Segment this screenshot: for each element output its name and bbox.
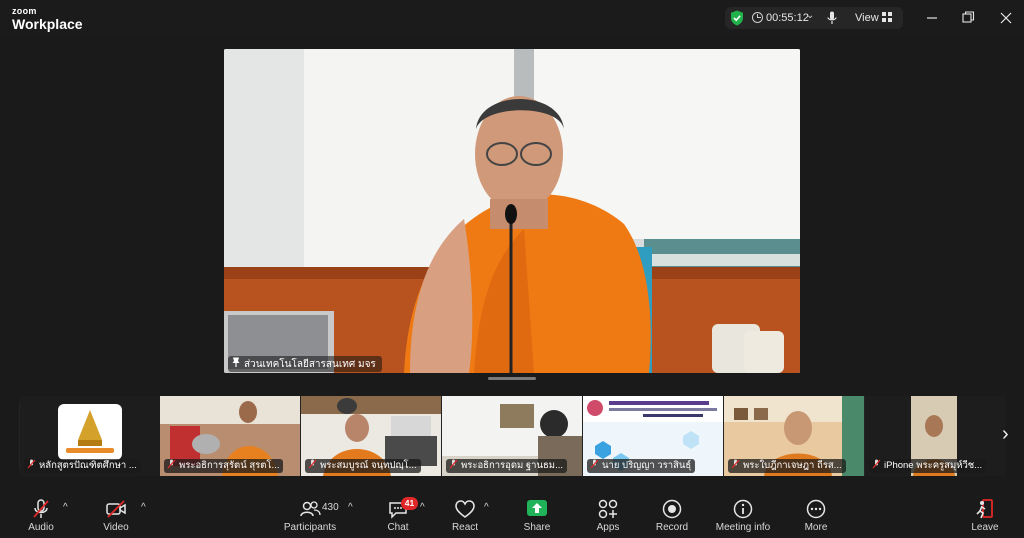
participant-tile[interactable]: พระสมบูรณ์ จนฺทปญฺโ... <box>301 396 441 476</box>
muted-mic-icon <box>872 459 881 469</box>
chevron-down-icon[interactable]: ⌄ <box>806 10 814 21</box>
chevron-up-icon[interactable]: ^ <box>484 502 489 513</box>
muted-mic-icon <box>731 459 740 469</box>
meeting-info-label: Meeting info <box>715 522 771 533</box>
apps-button[interactable]: Apps <box>575 496 641 536</box>
tile-name: นาย ปริญญา วราสินธุ์ <box>602 460 692 471</box>
muted-mic-icon <box>590 459 599 469</box>
chat-unread-badge: 41 <box>401 497 418 510</box>
active-speaker-name: ส่วนเทคโนโลยีสารสนเทศ มจร <box>228 356 382 372</box>
share-screen-icon <box>527 500 547 516</box>
muted-mic-icon <box>449 459 458 469</box>
tile-name-label: พระอธิการอุดม ฐานธม... <box>446 459 567 473</box>
muted-mic-icon <box>308 459 317 469</box>
participant-tile[interactable]: พระอธิการอุดม ฐานธม... <box>442 396 582 476</box>
zoom-logo: zoom Workplace <box>12 6 83 32</box>
shield-icon[interactable] <box>730 10 744 26</box>
apps-icon <box>598 499 618 519</box>
tile-name-label: พระอธิการสุรัตน์ สุรตโ... <box>164 459 284 473</box>
record-icon <box>662 499 682 519</box>
muted-mic-icon <box>33 499 49 518</box>
share-button[interactable]: Share <box>504 496 570 536</box>
participant-tile[interactable]: นาย ปริญญา วราสินธุ์ <box>583 396 723 476</box>
resize-handle[interactable] <box>488 377 536 380</box>
leave-button[interactable]: Leave <box>952 496 1018 536</box>
participant-tile[interactable]: iPhone พระครูสมุห์วีช... <box>865 396 1005 476</box>
participants-label: Participants <box>283 522 337 533</box>
leave-label: Leave <box>971 522 999 533</box>
leave-icon <box>976 499 993 519</box>
pin-icon <box>232 357 240 367</box>
participant-tile[interactable]: หลักสูตรปัณฑิตศึกษา ... <box>20 396 160 476</box>
grid-icon[interactable] <box>882 12 892 22</box>
participant-tile[interactable]: พระใบฎีกาเจษฎา ถีรส... <box>724 396 864 476</box>
close-icon[interactable] <box>996 9 1016 27</box>
brand-zoom: zoom <box>12 6 37 16</box>
muted-mic-icon <box>167 459 176 469</box>
active-speaker-video[interactable] <box>224 49 800 373</box>
record-button[interactable]: Record <box>639 496 705 536</box>
info-icon <box>733 499 753 519</box>
tile-name-label: หลักสูตรปัณฑิตศึกษา ... <box>24 459 141 473</box>
tile-name-label: นาย ปริญญา วราสินธุ์ <box>587 459 696 473</box>
speaker-name-text: ส่วนเทคโนโลยีสารสนเทศ มจร <box>244 359 376 370</box>
minimize-icon[interactable] <box>922 9 942 27</box>
tile-name: พระอธิการสุรัตน์ สุรตโ... <box>179 460 280 471</box>
heart-icon <box>455 500 475 518</box>
participants-count: 430 <box>322 502 339 513</box>
tile-name: พระอธิการอุดม ฐานธม... <box>461 460 563 471</box>
tile-name: หลักสูตรปัณฑิตศึกษา ... <box>39 460 137 471</box>
brand-workplace: Workplace <box>12 16 83 32</box>
clock-icon <box>752 12 763 23</box>
participant-tile[interactable]: พระอธิการสุรัตน์ สุรตโ... <box>160 396 300 476</box>
tile-name-label: พระสมบูรณ์ จนฺทปญฺโ... <box>305 459 421 473</box>
more-label: More <box>804 522 828 533</box>
audio-label: Audio <box>28 522 54 533</box>
meeting-timer[interactable]: 00:55:12 <box>766 12 809 24</box>
tile-name: พระสมบูรณ์ จนฺทปญฺโ... <box>320 460 417 471</box>
chevron-up-icon[interactable]: ^ <box>420 502 425 513</box>
muted-mic-icon <box>27 459 36 469</box>
chevron-up-icon[interactable]: ^ <box>348 502 353 513</box>
tile-name: iPhone พระครูสมุห์วีช... <box>884 460 983 471</box>
react-label: React <box>451 522 479 533</box>
participants-icon <box>300 501 321 517</box>
tile-name-label: iPhone พระครูสมุห์วีช... <box>869 459 987 473</box>
speaker-video-frame <box>224 49 800 373</box>
video-button[interactable]: Video <box>83 496 149 536</box>
chat-label: Chat <box>387 522 409 533</box>
video-label: Video <box>103 522 129 533</box>
tile-name-label: พระใบฎีกาเจษฎา ถีรส... <box>728 459 846 473</box>
more-button[interactable]: More <box>783 496 849 536</box>
video-off-icon <box>106 500 126 518</box>
record-label: Record <box>655 522 689 533</box>
mic-icon[interactable] <box>827 11 837 25</box>
tile-name: พระใบฎีกาเจษฎา ถีรส... <box>743 460 842 471</box>
more-icon <box>806 499 826 519</box>
restore-icon[interactable] <box>958 9 978 27</box>
view-button[interactable]: View <box>855 12 879 24</box>
chevron-up-icon[interactable]: ^ <box>141 502 146 513</box>
chevron-right-icon[interactable]: › <box>1002 424 1009 444</box>
share-label: Share <box>523 522 551 533</box>
meeting-info-button[interactable]: Meeting info <box>710 496 776 536</box>
chevron-up-icon[interactable]: ^ <box>63 502 68 513</box>
apps-label: Apps <box>596 522 620 533</box>
